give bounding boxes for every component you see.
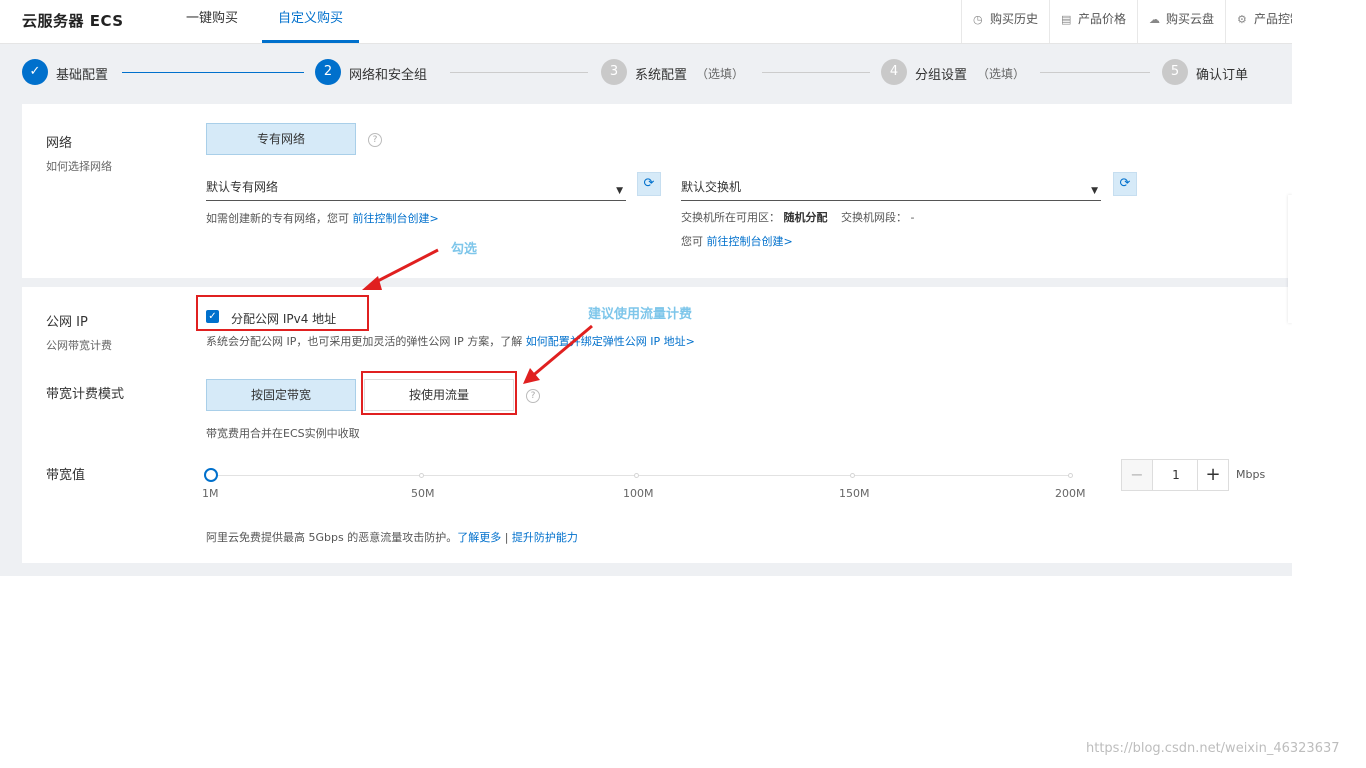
watermark: https://blog.csdn.net/weixin_46323637 [1086, 741, 1340, 756]
arrow-to-traffic-button [523, 324, 593, 384]
arrow-to-checkbox [362, 248, 439, 290]
annotation-arrows [362, 248, 593, 384]
ecs-purchase-window: 云服务器 ECS 一键购买 自定义购买 ◷ 购买历史 ▤ 产品价格 ☁ 购买云盘 ⚙ 产… [0, 0, 1292, 576]
